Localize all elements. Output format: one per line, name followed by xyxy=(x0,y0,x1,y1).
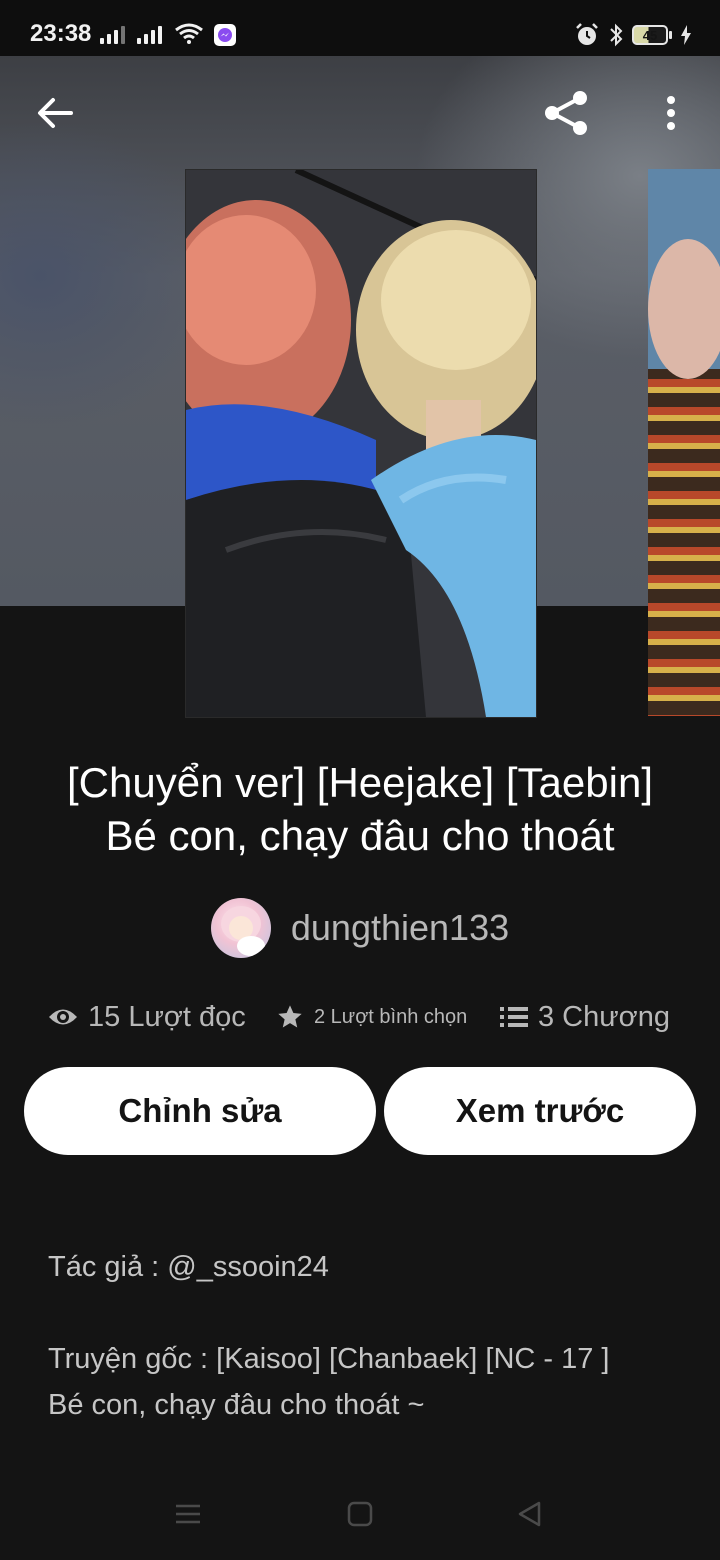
signal-icon xyxy=(100,26,125,44)
story-title-line-1: [Chuyển ver] [Heejake] [Taebin] xyxy=(67,759,653,806)
star-icon xyxy=(278,1005,302,1028)
author-username[interactable]: dungthien133 xyxy=(291,907,509,949)
chapters-stat[interactable]: 3 Chương xyxy=(500,1001,670,1034)
share-button[interactable] xyxy=(534,80,600,146)
description-original-title: Bé con, chạy đâu cho thoát ~ xyxy=(48,1389,425,1421)
home-button[interactable] xyxy=(342,1496,378,1532)
story-title-line-2: Bé con, chạy đâu cho thoát xyxy=(105,812,615,859)
home-icon xyxy=(347,1501,373,1527)
eye-icon xyxy=(49,1009,77,1025)
story-description: Tác giả : @_ssooin24 Truyện gốc : [Kaiso… xyxy=(48,1244,688,1428)
charging-icon xyxy=(681,25,691,45)
alarm-icon xyxy=(576,23,598,45)
edit-button[interactable]: Chỉnh sửa xyxy=(24,1067,376,1155)
story-title: [Chuyển ver] [Heejake] [Taebin] Bé con, … xyxy=(20,756,700,862)
reads-stat: 15 Lượt đọc xyxy=(48,1001,246,1034)
messenger-icon xyxy=(214,24,236,46)
description-author-line: Tác giả : @_ssooin24 xyxy=(48,1251,329,1283)
more-vertical-icon xyxy=(667,96,675,130)
avatar-image xyxy=(220,906,265,956)
bluetooth-icon xyxy=(610,23,623,47)
menu-icon xyxy=(176,1504,200,1524)
next-story-cover[interactable] xyxy=(648,169,720,716)
signal-icon xyxy=(137,26,162,44)
more-options-button[interactable] xyxy=(640,80,702,146)
author-avatar[interactable] xyxy=(210,898,271,958)
chapters-count[interactable]: 3 Chương xyxy=(538,1001,670,1034)
votes-count: 2 Lượt bình chọn xyxy=(314,1005,468,1028)
menu-button[interactable] xyxy=(170,1496,206,1532)
wifi-icon xyxy=(175,23,203,44)
status-bar: 23:38 45 xyxy=(0,0,720,56)
reads-count: 15 Lượt đọc xyxy=(88,1000,246,1033)
story-cover[interactable] xyxy=(185,169,537,718)
top-app-bar xyxy=(0,56,720,166)
votes-stat: 2 Lượt bình chọn xyxy=(276,1003,467,1031)
system-navigation-bar xyxy=(0,1470,720,1560)
author-row[interactable]: dungthien133 xyxy=(0,896,720,960)
list-icon xyxy=(500,1007,528,1027)
story-stats: 15 Lượt đọc 2 Lượt bình chọn 3 Chương xyxy=(48,992,688,1042)
description-original-line: Truyện gốc : [Kaisoo] [Chanbaek] [NC - 1… xyxy=(48,1343,610,1375)
nav-back-button[interactable] xyxy=(512,1496,548,1532)
back-button[interactable] xyxy=(22,80,88,146)
back-arrow-icon xyxy=(38,98,73,128)
share-icon xyxy=(545,91,587,135)
preview-button[interactable]: Xem trước xyxy=(384,1067,696,1155)
cover-image xyxy=(186,170,536,717)
status-time: 23:38 xyxy=(30,20,92,47)
next-cover-image xyxy=(648,169,720,379)
back-icon xyxy=(518,1501,541,1527)
battery-icon: 45 xyxy=(632,25,668,45)
battery-level: 45 xyxy=(642,27,658,43)
